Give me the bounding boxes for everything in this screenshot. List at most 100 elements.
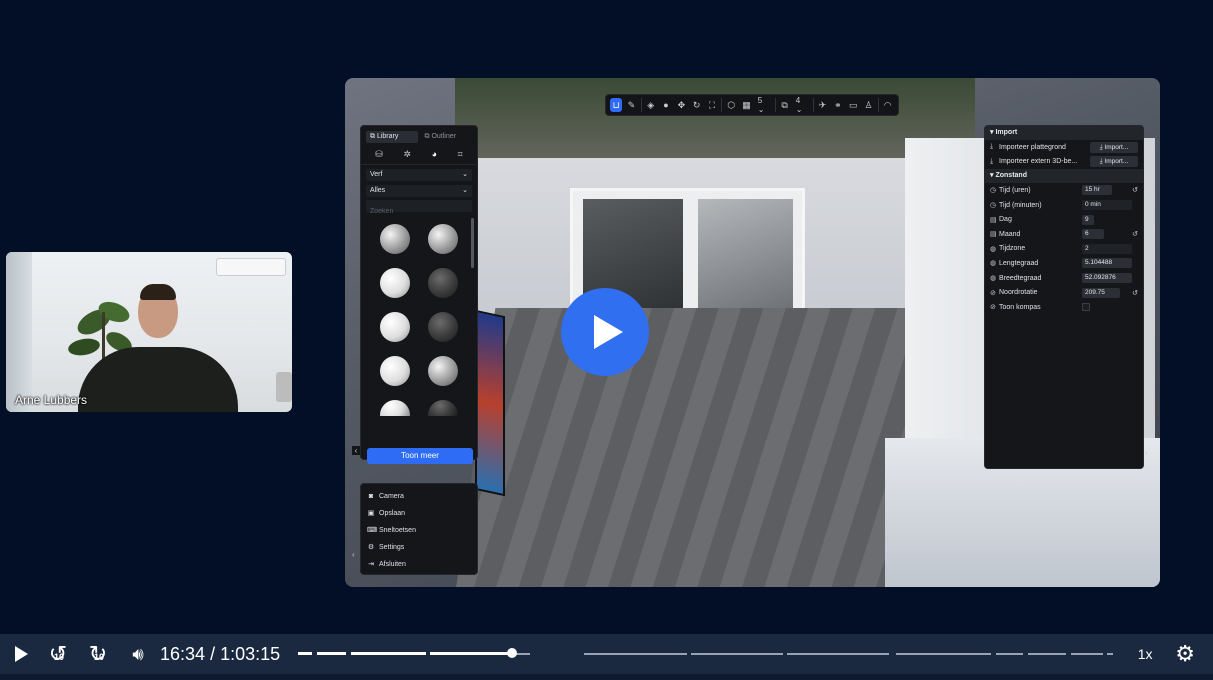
play-icon — [14, 646, 28, 662]
tab-library[interactable]: ⧉ Library — [366, 131, 418, 143]
dot-icon[interactable]: ● — [660, 98, 672, 112]
prop-row: ⤓ Importeer extern 3D-be... ⤓ Import... — [985, 155, 1143, 170]
scale-icon[interactable]: ⛶ — [706, 98, 718, 112]
import-button[interactable]: ⤓ Import... — [1090, 156, 1138, 168]
show-more-button[interactable]: Toon meer — [367, 448, 473, 464]
move-icon[interactable]: ✥ — [675, 98, 687, 112]
menu-item-label: Opslaan — [379, 510, 406, 517]
plane-icon[interactable]: ✈ — [816, 98, 828, 112]
material-swatch[interactable] — [428, 268, 458, 298]
cube-icon[interactable]: ⬡ — [725, 98, 737, 112]
pencil-icon[interactable]: ✎ — [625, 98, 637, 112]
menu-item-label: Camera — [379, 493, 404, 500]
plant-icon[interactable]: ✲ — [403, 149, 411, 160]
tab-outliner[interactable]: ⧉ Outliner — [421, 131, 473, 143]
logo-icon[interactable]: ⊔ — [610, 98, 623, 112]
clock-icon: ◷ — [990, 202, 997, 210]
north-rotation-input[interactable]: 209.75 — [1082, 287, 1120, 298]
progress-chapter-segment[interactable] — [896, 653, 992, 655]
settings-button[interactable]: ⚙ — [1165, 634, 1205, 674]
exit-icon: ⇥ — [368, 561, 374, 568]
show-compass-checkbox[interactable] — [1082, 303, 1090, 312]
frame-icon[interactable]: ⌗ — [458, 149, 463, 160]
progress-chapter-segment[interactable] — [1028, 653, 1067, 655]
menu-item-exit[interactable]: ⇥ Afsluiten — [367, 556, 471, 573]
toolbar-divider — [640, 98, 642, 112]
menu-item-shortcuts[interactable]: ⌨ Sneltoetsen — [367, 522, 471, 539]
palette-icon[interactable]: ◕ — [432, 149, 437, 160]
material-swatch[interactable] — [428, 224, 458, 254]
material-swatch[interactable] — [428, 400, 458, 416]
prop-label: Toon kompas — [999, 303, 1041, 311]
reset-icon[interactable]: ↺ — [1132, 289, 1138, 297]
progress-bar[interactable] — [298, 634, 1114, 674]
menu-item-camera[interactable]: ◙ Camera — [367, 488, 471, 505]
menu-item-settings[interactable]: ⚙ Settings — [367, 539, 471, 556]
material-swatch[interactable] — [428, 312, 458, 342]
prop-row: ◍ Tijdzone 2 — [985, 242, 1143, 257]
progress-chapter-segment[interactable] — [1107, 653, 1114, 655]
properties-panel: ▾ Import ⤓ Importeer plattegrond ⤓ Import.… — [984, 125, 1144, 469]
snap-size-select[interactable]: 4 ⌄ — [794, 96, 810, 114]
skip-forward-button[interactable]: ↻ 10 — [78, 634, 118, 674]
webcam-name-label: Arne Lubbers — [15, 393, 88, 407]
library-scrollbar[interactable] — [471, 218, 474, 268]
progress-chapter-segment[interactable] — [1071, 653, 1104, 655]
menu-item-save[interactable]: ▣ Opslaan — [367, 505, 471, 522]
search-input[interactable] — [366, 205, 472, 218]
import-button-label: Import... — [1104, 158, 1129, 166]
reset-icon[interactable]: ↺ — [1132, 230, 1138, 238]
progress-chapter-segment[interactable] — [691, 653, 784, 655]
day-input[interactable]: 9 — [1082, 214, 1094, 225]
material-swatch[interactable] — [380, 400, 410, 416]
link-icon[interactable]: ⚭ — [832, 98, 844, 112]
camera-icon: ◙ — [368, 493, 374, 500]
material-swatch[interactable] — [380, 224, 410, 254]
collapse-right-icon[interactable]: › — [1145, 448, 1148, 457]
filter-select-all[interactable]: Alles ⌄ — [366, 185, 472, 197]
rotate-icon[interactable]: ↻ — [691, 98, 703, 112]
search-field[interactable] — [366, 200, 472, 218]
paint-bucket-icon[interactable]: ◈ — [645, 98, 657, 112]
hours-input[interactable]: 15 hr — [1082, 185, 1112, 196]
progress-chapter-segment[interactable] — [584, 653, 688, 655]
month-input[interactable]: 6 — [1082, 229, 1104, 240]
play-button[interactable] — [0, 634, 38, 674]
prop-row: ⤓ Importeer plattegrond ⤓ Import... — [985, 140, 1143, 155]
download-icon: ⤓ — [990, 157, 994, 165]
section-sun[interactable]: ▾ Zonstand — [985, 169, 1143, 184]
skip-back-button[interactable]: ↺ 10 — [38, 634, 78, 674]
box-icon[interactable]: ⛁ — [375, 149, 383, 160]
longitude-input[interactable]: 5.104488 — [1082, 258, 1132, 269]
minutes-input[interactable]: 0 min — [1082, 200, 1132, 211]
timezone-input[interactable]: 2 — [1082, 243, 1132, 254]
progress-chapter-segment[interactable] — [787, 653, 890, 655]
volume-button[interactable]: 🔊︎ — [118, 634, 158, 674]
progress-chapter-segment[interactable] — [996, 653, 1024, 655]
figure-icon[interactable]: ♙ — [862, 98, 874, 112]
material-swatch[interactable] — [380, 312, 410, 342]
latitude-input[interactable]: 52.092876 — [1082, 273, 1132, 284]
section-import[interactable]: ▾ Import — [985, 126, 1143, 140]
collapse-left-icon[interactable]: ‹ — [352, 446, 360, 455]
material-swatch[interactable] — [380, 356, 410, 386]
sun-icon[interactable]: ◠ — [882, 98, 894, 112]
frame-icon[interactable]: ⧉ — [778, 98, 790, 112]
reset-icon[interactable]: ↺ — [1132, 186, 1138, 194]
box-icon[interactable]: ▭ — [847, 98, 859, 112]
filter-select-type[interactable]: Verf ⌄ — [366, 169, 472, 181]
video-frame[interactable]: ⊔ ✎ ◈ ● ✥ ↻ ⛶ ⬡ ▦ 5 ⌄ ⧉ 4 ⌄ ✈ ⚭ ▭ ♙ ◠ ⧉ … — [345, 78, 1160, 587]
play-overlay-button[interactable] — [561, 288, 649, 376]
playback-speed-button[interactable]: 1x — [1125, 646, 1165, 662]
collapse-menu-icon[interactable]: ‹ — [352, 550, 355, 559]
import-button[interactable]: ⤓ Import... — [1090, 141, 1138, 153]
progress-played — [430, 652, 512, 655]
play-icon — [594, 315, 623, 349]
material-swatch[interactable] — [428, 356, 458, 386]
bottom-strip — [0, 674, 1213, 680]
progress-scrubber[interactable] — [506, 648, 517, 658]
material-swatch[interactable] — [380, 268, 410, 298]
chevron-down-icon: ⌄ — [462, 171, 468, 178]
grid-size-select[interactable]: 5 ⌄ — [756, 96, 772, 114]
grid-icon[interactable]: ▦ — [740, 98, 752, 112]
